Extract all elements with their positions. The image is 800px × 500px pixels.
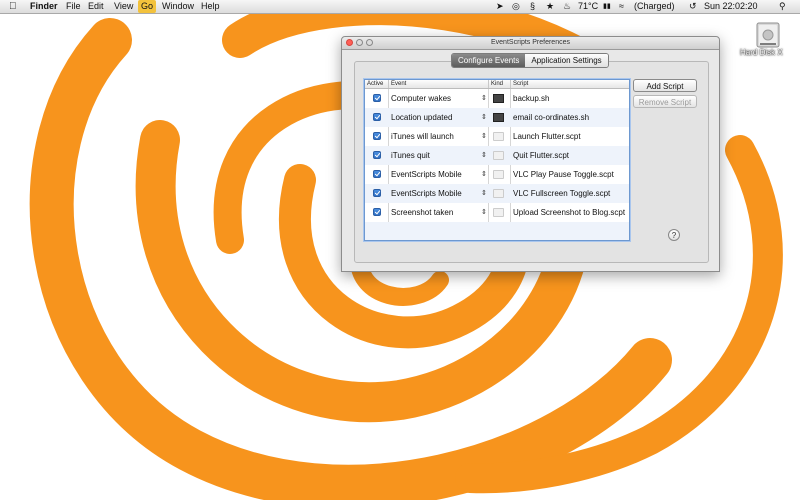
remove-script-button[interactable]: Remove Script <box>633 95 697 108</box>
event-popup[interactable]: iTunes will launch ⇕ <box>391 127 487 146</box>
event-label: EventScripts Mobile <box>391 170 462 179</box>
menu-file[interactable]: File <box>66 0 81 13</box>
terminal-icon <box>493 94 504 103</box>
active-checkbox[interactable] <box>373 113 381 121</box>
menu-finder[interactable]: Finder <box>30 0 58 13</box>
active-checkbox[interactable] <box>373 94 381 102</box>
menu-view[interactable]: View <box>114 0 133 13</box>
preferences-window: EventScripts Preferences Configure Event… <box>341 36 720 272</box>
popup-arrows-icon: ⇕ <box>481 190 487 197</box>
event-label: Screenshot taken <box>391 208 454 217</box>
event-label: EventScripts Mobile <box>391 189 462 198</box>
script-name: VLC Play Pause Toggle.scpt <box>513 170 614 179</box>
window-title: EventScripts Preferences <box>491 39 570 46</box>
column-script[interactable]: Script <box>511 80 629 88</box>
event-label: Location updated <box>391 113 453 122</box>
wifi-icon[interactable]: ≈ <box>619 0 624 13</box>
table-row[interactable]: EventScripts Mobile ⇕ VLC Fullscreen Togg… <box>365 184 629 203</box>
active-checkbox[interactable] <box>373 208 381 216</box>
clock[interactable]: Sun 22:02:20 <box>704 0 758 13</box>
applescript-icon <box>493 170 504 179</box>
tab-configure-events[interactable]: Configure Events <box>452 54 526 67</box>
tab-application-settings[interactable]: Application Settings <box>525 54 608 67</box>
table-row[interactable]: iTunes quit ⇕ Quit Flutter.scpt <box>365 146 629 165</box>
script-name: VLC Fullscreen Toggle.scpt <box>513 189 611 198</box>
event-popup[interactable]: Location updated ⇕ <box>391 108 487 127</box>
popup-arrows-icon: ⇕ <box>481 114 487 121</box>
menu-help[interactable]: Help <box>201 0 220 13</box>
table-row[interactable]: Computer wakes ⇕ backup.sh <box>365 89 629 108</box>
table-row-empty[interactable] <box>365 222 629 240</box>
applescript-icon <box>493 132 504 141</box>
tab-bar: Configure Events Application Settings <box>451 53 609 68</box>
temperature-readout[interactable]: 71°C <box>578 0 598 13</box>
script-name: email co-ordinates.sh <box>513 113 590 122</box>
events-table[interactable]: Active Event Kind Script Computer wakes ⇕… <box>364 79 630 241</box>
script-name: Launch Flutter.scpt <box>513 132 581 141</box>
settings-icon[interactable]: ★ <box>546 0 554 13</box>
script-name: backup.sh <box>513 94 550 103</box>
event-popup[interactable]: EventScripts Mobile ⇕ <box>391 184 487 203</box>
column-event[interactable]: Event <box>389 80 489 88</box>
help-button[interactable]: ? <box>668 229 680 241</box>
table-row[interactable]: Location updated ⇕ email co-ordinates.sh <box>365 108 629 127</box>
applescript-icon <box>493 208 504 217</box>
script-name: Quit Flutter.scpt <box>513 151 570 160</box>
column-kind[interactable]: Kind <box>489 80 511 88</box>
location-icon[interactable]: ➤ <box>496 0 504 13</box>
popup-arrows-icon: ⇕ <box>481 209 487 216</box>
applescript-icon <box>493 151 504 160</box>
table-row[interactable]: iTunes will launch ⇕ Launch Flutter.scpt <box>365 127 629 146</box>
menu-edit[interactable]: Edit <box>88 0 104 13</box>
table-row[interactable]: Screenshot taken ⇕ Upload Screenshot to B… <box>365 203 629 222</box>
menu-bar:  Finder File Edit View Go Window Help ➤… <box>0 0 800 14</box>
popup-arrows-icon: ⇕ <box>481 152 487 159</box>
popup-arrows-icon: ⇕ <box>481 95 487 102</box>
applescript-icon <box>493 189 504 198</box>
active-checkbox[interactable] <box>373 170 381 178</box>
time-machine-icon[interactable]: ↺ <box>689 0 697 13</box>
active-checkbox[interactable] <box>373 151 381 159</box>
table-row[interactable]: EventScripts Mobile ⇕ VLC Play Pause Togg… <box>365 165 629 184</box>
add-script-button[interactable]: Add Script <box>633 79 697 92</box>
terminal-icon <box>493 113 504 122</box>
hard-disk-label[interactable]: Hard Disk X <box>740 48 783 57</box>
script-icon[interactable]: § <box>530 0 535 13</box>
popup-arrows-icon: ⇕ <box>481 133 487 140</box>
flame-icon[interactable]: ♨ <box>563 0 571 13</box>
script-name: Upload Screenshot to Blog.scpt <box>513 208 626 217</box>
eventscripts-icon[interactable]: ◎ <box>512 0 520 13</box>
event-popup[interactable]: EventScripts Mobile ⇕ <box>391 165 487 184</box>
title-bar[interactable]: EventScripts Preferences <box>342 37 719 50</box>
spotlight-icon[interactable]: ⚲ <box>779 0 786 13</box>
event-popup[interactable]: Screenshot taken ⇕ <box>391 203 487 222</box>
table-header: Active Event Kind Script <box>365 80 629 89</box>
apple-icon[interactable]:  <box>9 0 17 13</box>
event-label: Computer wakes <box>391 94 452 103</box>
active-checkbox[interactable] <box>373 189 381 197</box>
battery-icon[interactable]: ▮▮ <box>603 0 611 13</box>
menu-go[interactable]: Go <box>138 0 157 13</box>
active-checkbox[interactable] <box>373 132 381 140</box>
battery-status[interactable]: (Charged) <box>634 0 675 13</box>
event-label: iTunes will launch <box>391 132 454 141</box>
event-label: iTunes quit <box>391 151 430 160</box>
popup-arrows-icon: ⇕ <box>481 171 487 178</box>
menu-window[interactable]: Window <box>162 0 194 13</box>
event-popup[interactable]: Computer wakes ⇕ <box>391 89 487 108</box>
column-active[interactable]: Active <box>365 80 389 88</box>
event-popup[interactable]: iTunes quit ⇕ <box>391 146 487 165</box>
